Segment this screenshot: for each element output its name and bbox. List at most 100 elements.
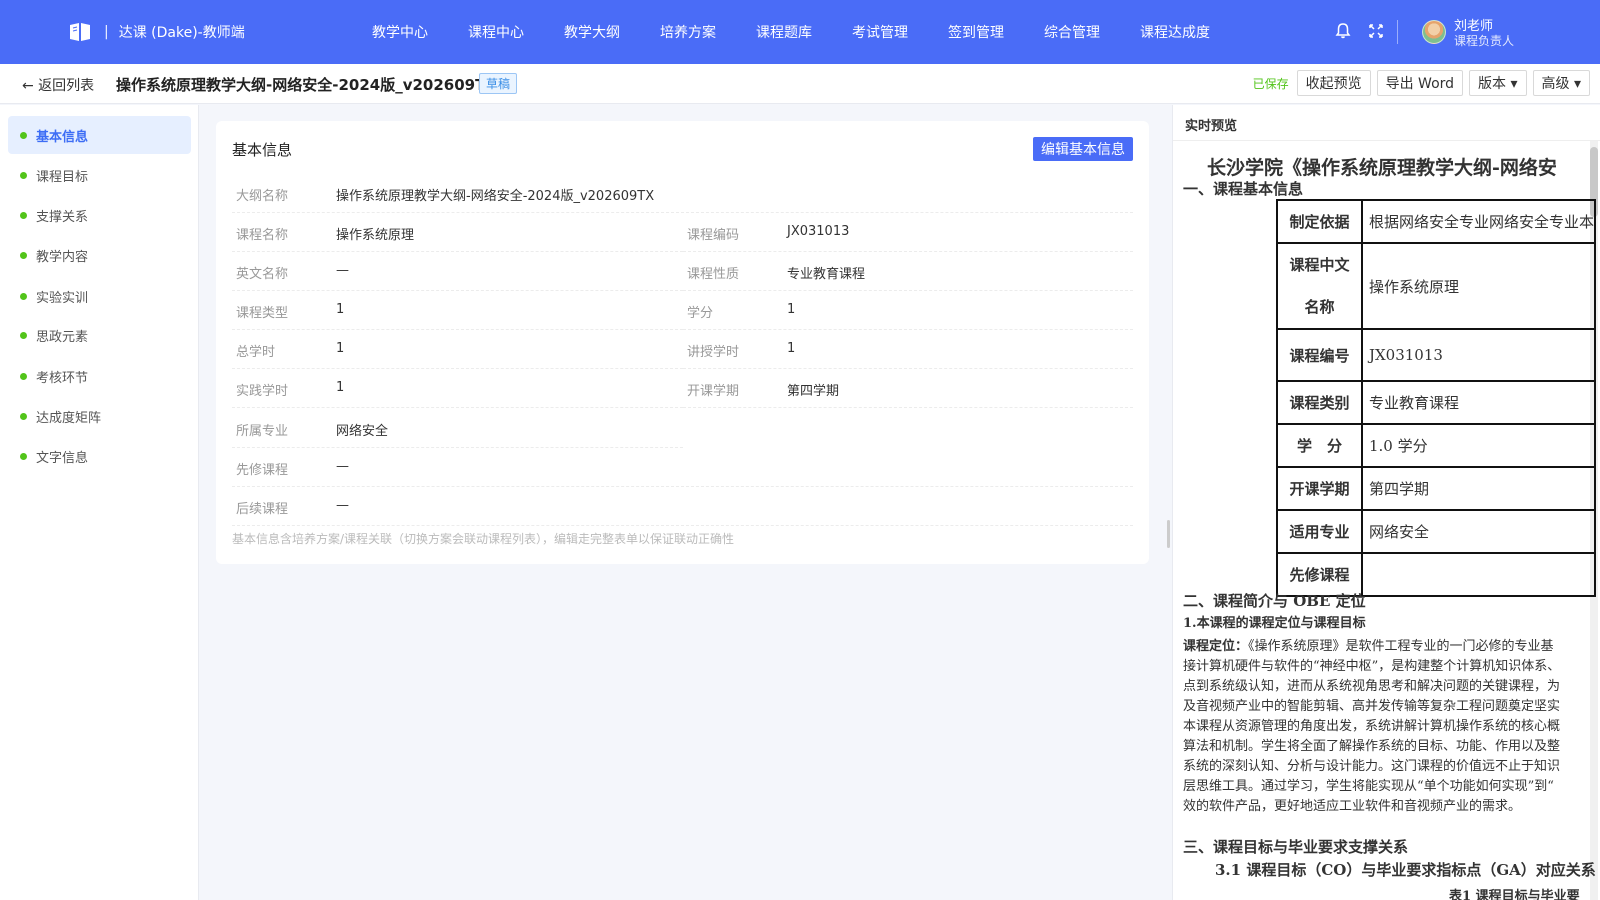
card-title: 基本信息: [232, 141, 293, 159]
nav-item-general-management[interactable]: 综合管理: [1035, 22, 1109, 42]
field-value: JX031013: [787, 224, 850, 239]
brand[interactable]: | 达课 (Dake)-教师端: [68, 20, 245, 44]
field-label: 课程类型: [236, 306, 289, 321]
sidebar-item-course-objectives[interactable]: 课程目标: [8, 156, 191, 194]
field-outline-name: 大纲名称 操作系统原理教学大纲-网络安全-2024版_v202609TX: [232, 174, 1133, 213]
advanced-dropdown[interactable]: 高级 ▾: [1532, 70, 1590, 96]
field-value: 1: [787, 341, 796, 356]
table-row: 制定依据 根据网络安全专业网络安全专业本: [1276, 199, 1597, 244]
field-value: 1: [336, 302, 345, 317]
paragraph-text: 《操作系统原理》是软件工程专业的一门必修的专业基: [1248, 639, 1554, 654]
field-label: 课程编码: [687, 228, 740, 243]
field-value: 操作系统原理: [336, 228, 415, 243]
field-label: 讲授学时: [687, 345, 740, 360]
sidebar-item-label: 实验实训: [36, 290, 89, 306]
paragraph-line: 课程定位：《操作系统原理》是软件工程专业的一门必修的专业基: [1183, 637, 1591, 657]
field-english-name: 英文名称 —: [232, 252, 683, 291]
sidebar-item-basic-info[interactable]: 基本信息: [8, 116, 191, 154]
table-cell: [1360, 552, 1597, 597]
sidebar-item-label: 教学内容: [36, 249, 89, 265]
field-subsequent: 后续课程 —: [232, 487, 1133, 526]
paragraph-line: 点到系统级认知，进而从系统视角思考和解决问题的关键课程，为: [1183, 679, 1561, 694]
sidebar-item-ideology[interactable]: 思政元素: [8, 316, 191, 354]
field-semester: 开课学期 第四学期: [683, 369, 1133, 408]
field-value: 操作系统原理教学大纲-网络安全-2024版_v202609TX: [336, 189, 655, 204]
panel-resize-handle[interactable]: [1167, 520, 1170, 548]
helper-text: 基本信息含培养方案/课程关联（切换方案会联动课程列表），编辑走完整表单以保证联动…: [232, 532, 735, 546]
nav-item-exam-management[interactable]: 考试管理: [843, 22, 917, 42]
field-credits: 学分 1: [683, 291, 1133, 330]
paragraph-line: 本课程从资源管理的角度出发，系统讲解计算机操作系统的核心概: [1183, 719, 1561, 734]
avatar[interactable]: [1422, 20, 1446, 44]
preview-basic-info-table: 制定依据 根据网络安全专业网络安全专业本 课程中文 名称 操作系统原理 课程编号…: [1276, 199, 1597, 597]
nav-item-teaching-center[interactable]: 教学中心: [363, 22, 437, 42]
collapse-preview-button[interactable]: 收起预览: [1296, 70, 1371, 96]
field-practice-hours: 实践学时 1: [232, 369, 683, 408]
main-nav: 教学中心 课程中心 教学大纲 培养方案 课程题库 考试管理 签到管理 综合管理 …: [352, 0, 1230, 64]
paragraph-line: 效的软件产品，更好地适应工业软件和音视频产业的需求。: [1183, 799, 1522, 814]
status-badge: 草稿: [479, 73, 518, 94]
nav-item-question-bank[interactable]: 课程题库: [747, 22, 821, 42]
preview-table-caption: 表1 课程目标与毕业要: [1449, 889, 1580, 900]
basic-info-card: 基本信息 编辑基本信息 大纲名称 操作系统原理教学大纲-网络安全-2024版_v…: [216, 121, 1149, 564]
field-value: 1: [336, 341, 345, 356]
table-cell: 课程类别: [1276, 380, 1363, 425]
fullscreen-icon[interactable]: [1368, 23, 1384, 39]
sidebar-item-text-info[interactable]: 文字信息: [8, 437, 191, 475]
export-word-button[interactable]: 导出 Word: [1376, 70, 1464, 96]
table-row: 开课学期 第四学期: [1276, 466, 1597, 511]
preview-header: 实时预览: [1173, 105, 1600, 141]
table-cell: JX031013: [1360, 328, 1597, 382]
paragraph-line: 层思维工具。通过学习，学生将能实现从“单个功能如何实现”到“: [1183, 779, 1554, 794]
nav-item-course-center[interactable]: 课程中心: [459, 22, 533, 42]
sidebar-item-achievement-matrix[interactable]: 达成度矩阵: [8, 397, 191, 435]
field-course-type: 课程类型 1: [232, 291, 683, 330]
preview-section-heading: 三、课程目标与毕业要求支撑关系: [1183, 838, 1409, 856]
table-cell: 1.0 学分: [1360, 423, 1597, 468]
nav-item-syllabus[interactable]: 教学大纲: [555, 22, 629, 42]
table-cell: 操作系统原理: [1360, 242, 1597, 330]
field-value: —: [336, 263, 349, 278]
version-dropdown[interactable]: 版本 ▾: [1469, 70, 1527, 96]
sidebar-item-assessment[interactable]: 考核环节: [8, 357, 191, 395]
status-dot: [20, 372, 27, 380]
status-dot: [20, 251, 27, 259]
saved-status: 已保存: [1252, 76, 1289, 91]
nav-item-course-achievement[interactable]: 课程达成度: [1131, 22, 1219, 42]
table-cell: 适用专业: [1276, 509, 1363, 554]
sidebar-item-label: 支撑关系: [36, 209, 89, 225]
paragraph-lead: 课程定位：: [1183, 639, 1249, 654]
back-to-list-link[interactable]: ← 返回列表: [22, 75, 94, 95]
top-navbar: | 达课 (Dake)-教师端 教学中心 课程中心 教学大纲 培养方案 课程题库…: [0, 0, 1600, 64]
status-dot: [20, 131, 27, 139]
field-value: 专业教育课程: [787, 267, 866, 282]
field-total-hours: 总学时 1: [232, 330, 683, 369]
table-cell: 课程中文 名称: [1276, 242, 1363, 330]
paragraph-line: 系统的深刻认知、分析与设计能力。这门课程的价值远不止于知识: [1183, 759, 1561, 774]
sidebar-item-teaching-content[interactable]: 教学内容: [8, 236, 191, 274]
sidebar-item-label: 课程目标: [36, 169, 89, 185]
edit-basic-info-button[interactable]: 编辑基本信息: [1033, 137, 1133, 161]
divider: [1397, 20, 1398, 44]
preview-paragraph: 课程定位：《操作系统原理》是软件工程专业的一门必修的专业基 接计算机硬件与软件的…: [1183, 637, 1591, 817]
field-course-nature: 课程性质 专业教育课程: [683, 252, 1133, 291]
table-row: 适用专业 网络安全: [1276, 509, 1597, 554]
status-dot: [20, 331, 27, 339]
sidebar-item-label: 思政元素: [36, 329, 89, 345]
field-value: —: [336, 498, 349, 513]
paragraph-line: 接计算机硬件与软件的“神经中枢”，是构建整个计算机知识体系、: [1183, 659, 1561, 674]
field-label: 课程性质: [687, 267, 740, 282]
table-row: 课程中文 名称 操作系统原理: [1276, 242, 1597, 330]
table-row: 课程类别 专业教育课程: [1276, 380, 1597, 425]
nav-item-attendance[interactable]: 签到管理: [939, 22, 1013, 42]
field-label: 先修课程: [236, 463, 289, 478]
field-value: 1: [336, 380, 345, 395]
field-major: 所属专业 网络安全: [232, 409, 683, 448]
nav-item-training-plan[interactable]: 培养方案: [651, 22, 725, 42]
sidebar-item-experiments[interactable]: 实验实训: [8, 277, 191, 315]
field-label: 开课学期: [687, 384, 740, 399]
sidebar-item-support-relations[interactable]: 支撑关系: [8, 196, 191, 234]
user-area: 刘老师 课程负责人: [1300, 0, 1600, 64]
sidebar-item-label: 达成度矩阵: [36, 410, 102, 426]
bell-icon[interactable]: [1334, 22, 1352, 40]
